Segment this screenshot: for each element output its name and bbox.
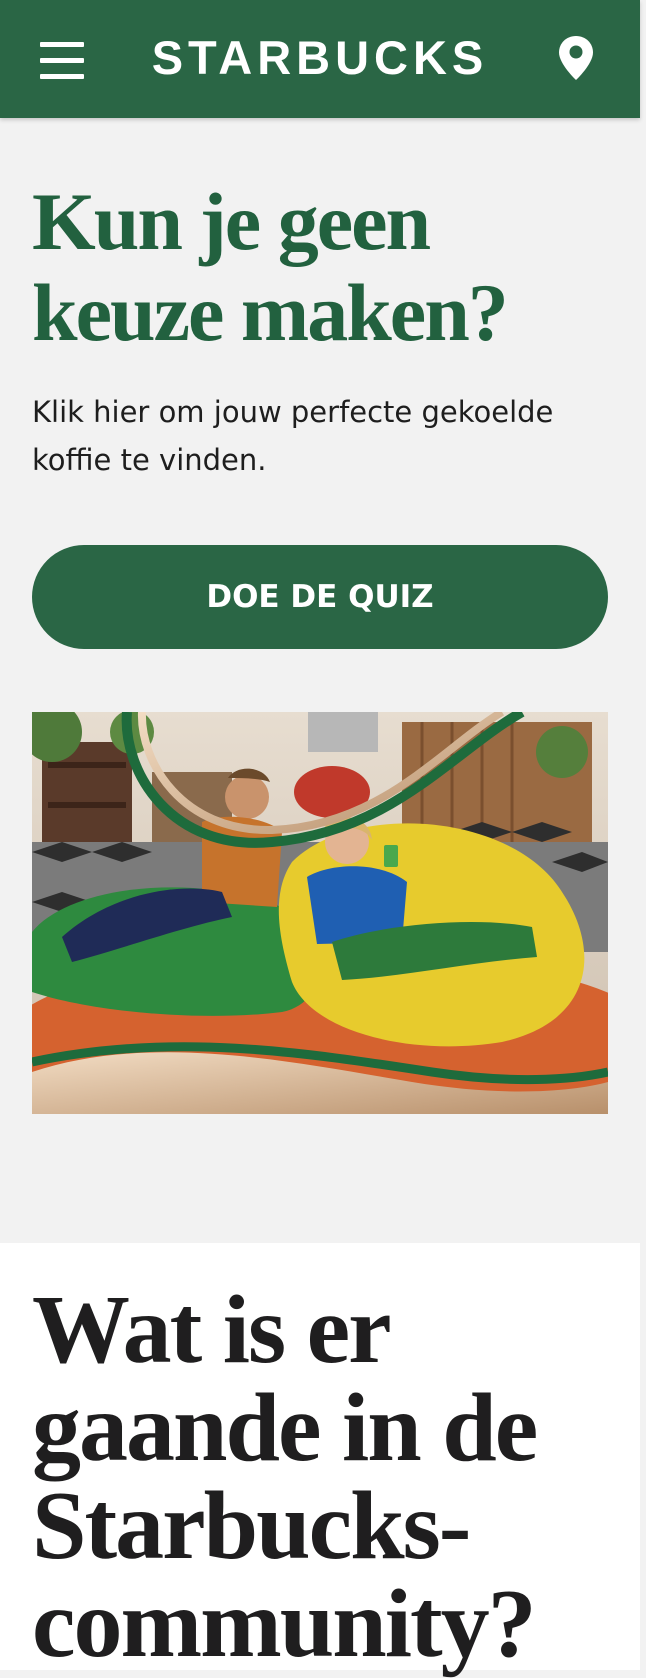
top-navigation-bar: STARBUCKS: [0, 0, 640, 118]
quiz-promo-section: Kun je geen keuze maken? Klik hier om jo…: [0, 118, 646, 1243]
starbucks-logo-wordmark[interactable]: STARBUCKS: [0, 30, 640, 86]
beanbag-lounge-illustration: [32, 712, 608, 1114]
community-title: Wat is er gaande in de Starbucks-communi…: [32, 1276, 538, 1678]
location-pin-icon: [559, 36, 593, 80]
hero-description: Klik hier om jouw perfecte gekoelde koff…: [32, 395, 554, 477]
take-quiz-button[interactable]: DOE DE QUIZ: [32, 545, 608, 649]
location-pin-icon[interactable]: [556, 34, 596, 82]
community-section: Wat is er gaande in de Starbucks-communi…: [0, 1243, 640, 1678]
hero-photo: [32, 712, 608, 1114]
hero-title: Kun je geen keuze maken?: [32, 176, 509, 358]
